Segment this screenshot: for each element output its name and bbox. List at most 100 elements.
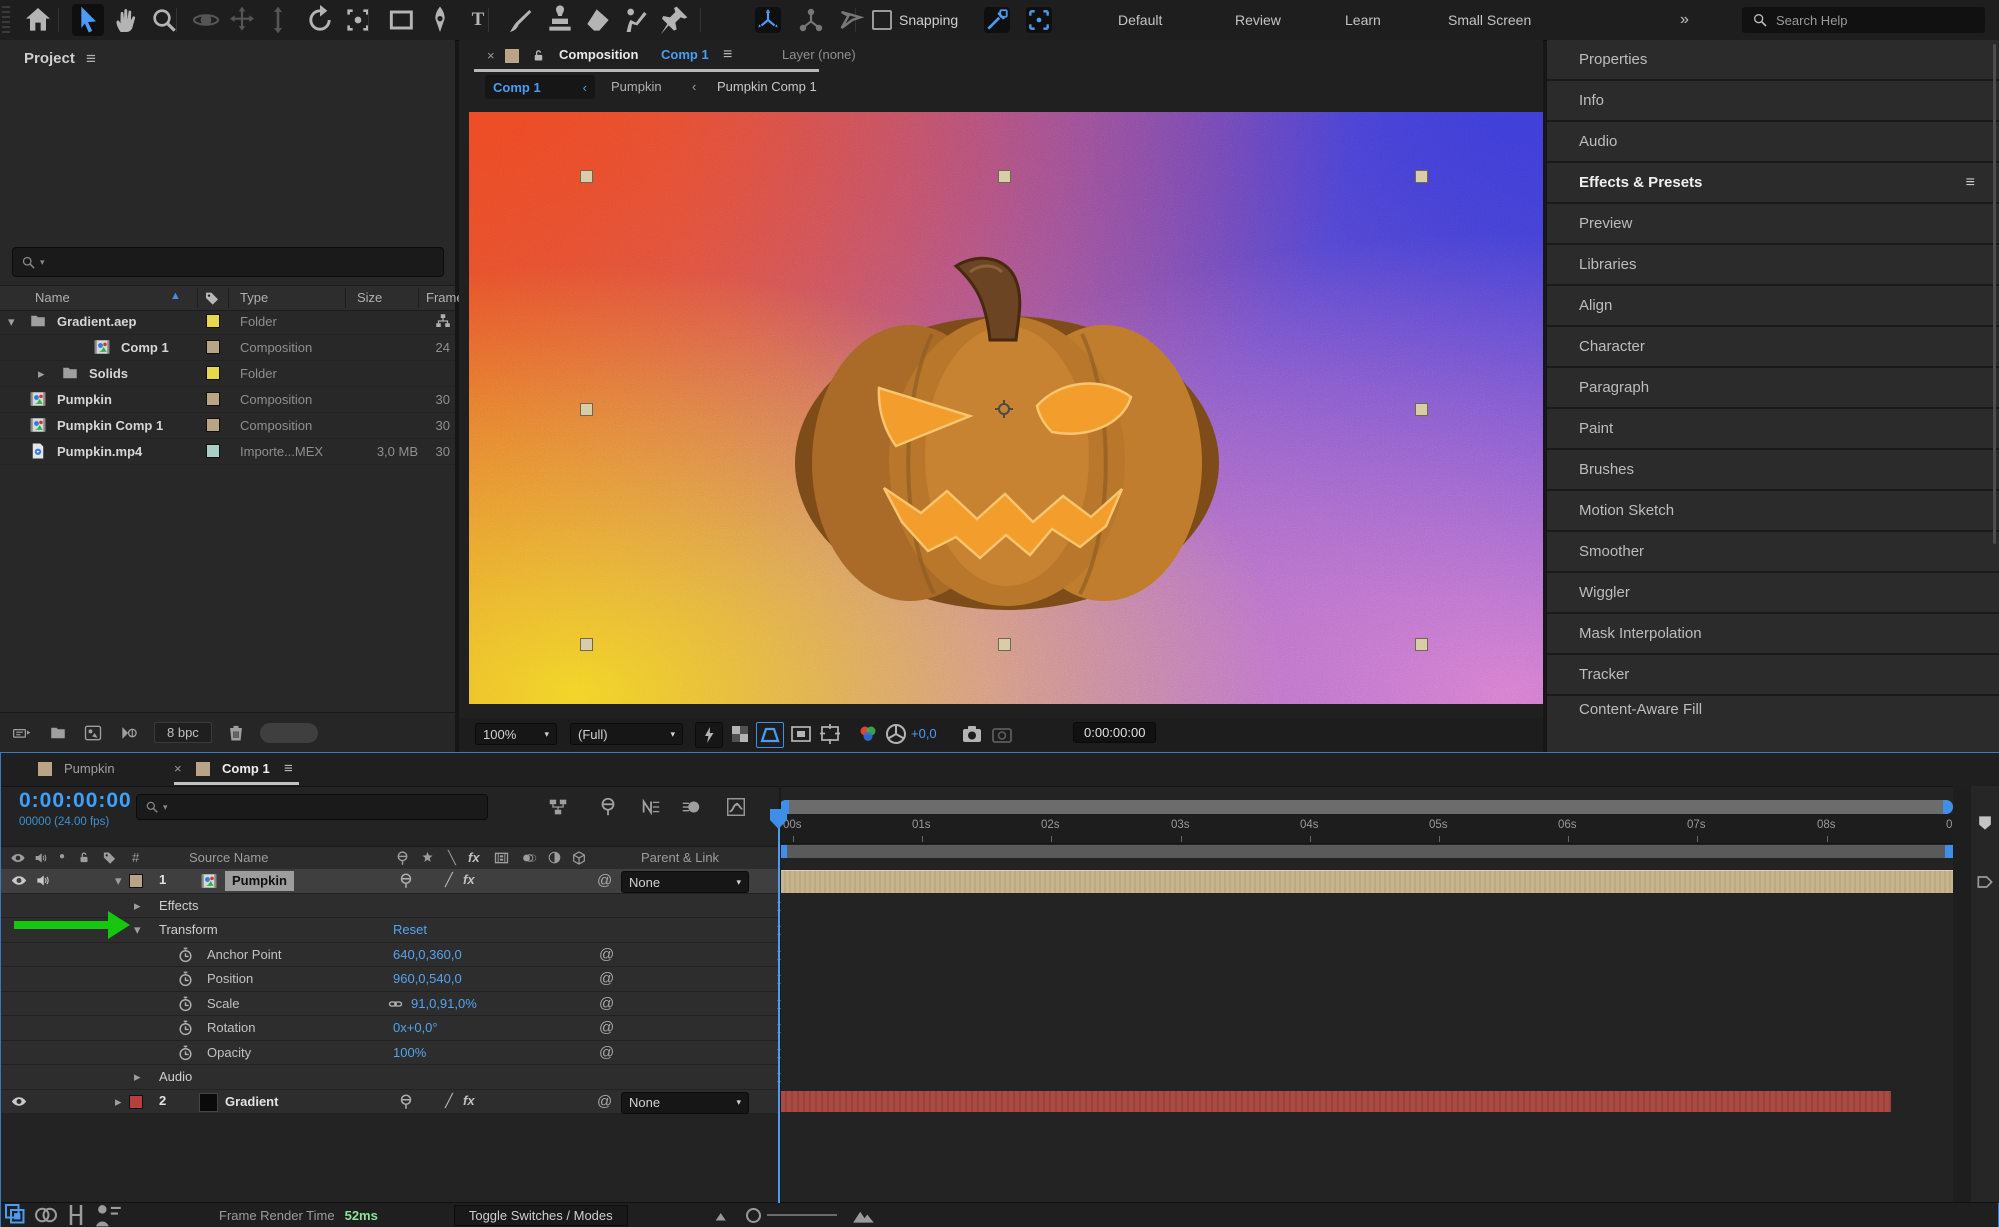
zoom-in-mountain-icon[interactable] — [851, 1202, 877, 1227]
grid-guides-icon[interactable] — [817, 722, 843, 746]
collapse-transforms-icon[interactable] — [420, 850, 435, 865]
property-row-rotation[interactable]: Rotation0x+0,0°@ — [1, 1016, 1999, 1041]
hand-tool-icon[interactable] — [110, 4, 142, 36]
lock-column-icon[interactable] — [77, 850, 91, 865]
current-time-indicator-line[interactable] — [778, 809, 780, 1203]
pumpkin-layer-artwork[interactable] — [784, 248, 1230, 612]
selection-handle[interactable] — [1415, 638, 1428, 651]
snap-edges-toggle-icon[interactable] — [984, 7, 1010, 33]
source-name-column[interactable]: Source Name — [189, 850, 268, 865]
project-item-name[interactable]: Pumpkin.mp4 — [57, 444, 142, 459]
property-value[interactable]: 0x+0,0° — [393, 1020, 438, 1035]
panel-menu-icon[interactable]: ≡ — [723, 46, 732, 64]
frame-blend-switch-icon[interactable]: ╱ — [445, 872, 453, 888]
selection-handle[interactable] — [580, 403, 593, 416]
panel-menu-icon[interactable]: ≡ — [284, 760, 293, 777]
property-row-anchor-point[interactable]: Anchor Point640,0,360,0@ — [1, 943, 1999, 968]
orbit-camera-tool-icon[interactable] — [190, 4, 222, 36]
new-composition-icon[interactable] — [82, 723, 104, 743]
panel-item-brushes[interactable]: Brushes — [1547, 450, 1999, 491]
composition-flowchart-icon[interactable] — [546, 796, 570, 818]
parent-pickwhip-icon[interactable]: @ — [597, 872, 612, 889]
property-pickwhip-icon[interactable]: @ — [599, 995, 614, 1012]
property-group-name[interactable]: Transform — [159, 922, 218, 937]
effects-switch-icon[interactable]: fx — [463, 872, 475, 887]
parent-dropdown[interactable]: None▾ — [621, 871, 749, 893]
project-item-name[interactable]: Gradient.aep — [57, 314, 136, 329]
selection-handle[interactable] — [580, 638, 593, 651]
dependencies-icon[interactable] — [434, 312, 452, 330]
zoom-out-mountain-icon[interactable] — [712, 1204, 734, 1226]
shy-layers-icon[interactable] — [596, 796, 620, 818]
breadcrumb-current[interactable]: Comp 1 ‹ — [485, 75, 595, 99]
workspace-small-screen[interactable]: Small Screen — [1448, 0, 1531, 40]
workspace-learn[interactable]: Learn — [1345, 0, 1381, 40]
clone-stamp-tool-icon[interactable] — [544, 4, 576, 36]
frame-blending-icon[interactable] — [639, 796, 663, 818]
label-color-swatch[interactable] — [206, 366, 220, 380]
timeline-search-input[interactable]: ▾ — [136, 794, 488, 820]
home-tool-icon[interactable] — [22, 4, 54, 36]
quality-switch-icon[interactable] — [547, 850, 562, 865]
selection-handle[interactable] — [998, 170, 1011, 183]
fast-preview-icon[interactable] — [695, 722, 723, 748]
frame-blend-switch-icon[interactable]: ╲ — [448, 850, 456, 866]
layer-visibility-eye-icon[interactable] — [9, 872, 29, 889]
property-name[interactable]: Opacity — [207, 1045, 251, 1060]
composition-tab-comp-name[interactable]: Comp 1 — [661, 47, 709, 62]
label-color-swatch[interactable] — [206, 340, 220, 354]
transfer-controls-icon[interactable] — [31, 1200, 61, 1227]
stopwatch-icon[interactable] — [177, 1019, 194, 1037]
property-row-position[interactable]: Position960,0,540,0@ — [1, 967, 1999, 992]
panel-item-preview[interactable]: Preview — [1547, 204, 1999, 245]
video-column-eye-icon[interactable] — [9, 850, 27, 866]
timeline-tab-pumpkin[interactable]: Pumpkin — [64, 761, 115, 776]
property-row-effects[interactable]: ▸Effects — [1, 894, 1999, 919]
layer-audio-speaker-icon[interactable] — [33, 872, 53, 889]
layer-expand-chevron[interactable]: ▾ — [115, 873, 122, 889]
new-folder-icon[interactable] — [48, 724, 68, 742]
panel-item-tracker[interactable]: Tracker — [1547, 655, 1999, 696]
axis-view-icon[interactable] — [835, 4, 867, 36]
render-time-icon[interactable] — [91, 1198, 125, 1227]
selection-handle[interactable] — [580, 170, 593, 183]
anchor-point-crosshair[interactable] — [995, 400, 1013, 418]
property-value[interactable]: 91,0,91,0% — [411, 996, 477, 1011]
rectangle-tool-icon[interactable] — [386, 4, 418, 36]
column-type[interactable]: Type — [240, 290, 268, 305]
workspace-default[interactable]: Default — [1118, 0, 1162, 40]
preview-timecode[interactable]: 0:00:00:00 — [1073, 722, 1156, 743]
property-pickwhip-icon[interactable]: @ — [599, 1044, 614, 1061]
project-search-input[interactable]: ▾ — [12, 247, 444, 277]
axis-world-icon[interactable] — [795, 4, 827, 36]
snapping-checkbox[interactable]: Snapping — [872, 0, 958, 40]
rotate-tool-icon[interactable] — [304, 4, 336, 36]
panel-item-paragraph[interactable]: Paragraph — [1547, 368, 1999, 409]
label-color-swatch[interactable] — [206, 444, 220, 458]
project-item-name[interactable]: Pumpkin Comp 1 — [57, 418, 163, 433]
color-depth-toggle-icon[interactable] — [118, 723, 140, 743]
property-row-audio[interactable]: ▸Audio — [1, 1065, 1999, 1090]
shy-switch-icon[interactable] — [397, 872, 415, 890]
lock-icon[interactable] — [531, 48, 546, 63]
panel-item-libraries[interactable]: Libraries — [1547, 245, 1999, 286]
layer-bar-gradient[interactable] — [779, 1091, 1891, 1112]
property-pickwhip-icon[interactable]: @ — [599, 946, 614, 963]
project-row[interactable]: ▾Gradient.aepFolder — [0, 309, 455, 335]
selection-handle[interactable] — [1415, 170, 1428, 183]
work-area-bar[interactable] — [779, 845, 1953, 858]
index-column-hash[interactable]: # — [132, 850, 139, 865]
layer-name[interactable]: Gradient — [225, 1094, 278, 1109]
stopwatch-icon[interactable] — [177, 995, 194, 1013]
panel-menu-icon[interactable]: ≡ — [1966, 174, 1975, 192]
graph-editor-icon[interactable] — [724, 796, 748, 818]
exposure-value[interactable]: +0,0 — [911, 726, 937, 741]
layer-label-swatch[interactable] — [129, 1095, 143, 1109]
project-scrollbar-thumb[interactable] — [260, 723, 318, 743]
selection-handle[interactable] — [998, 638, 1011, 651]
brush-tool-icon[interactable] — [506, 4, 538, 36]
navigator-end-handle[interactable] — [1943, 800, 1953, 814]
panel-item-smoother[interactable]: Smoother — [1547, 532, 1999, 573]
puppet-pin-tool-icon[interactable] — [658, 4, 690, 36]
breadcrumb-item[interactable]: Pumpkin Comp 1 — [717, 79, 817, 94]
